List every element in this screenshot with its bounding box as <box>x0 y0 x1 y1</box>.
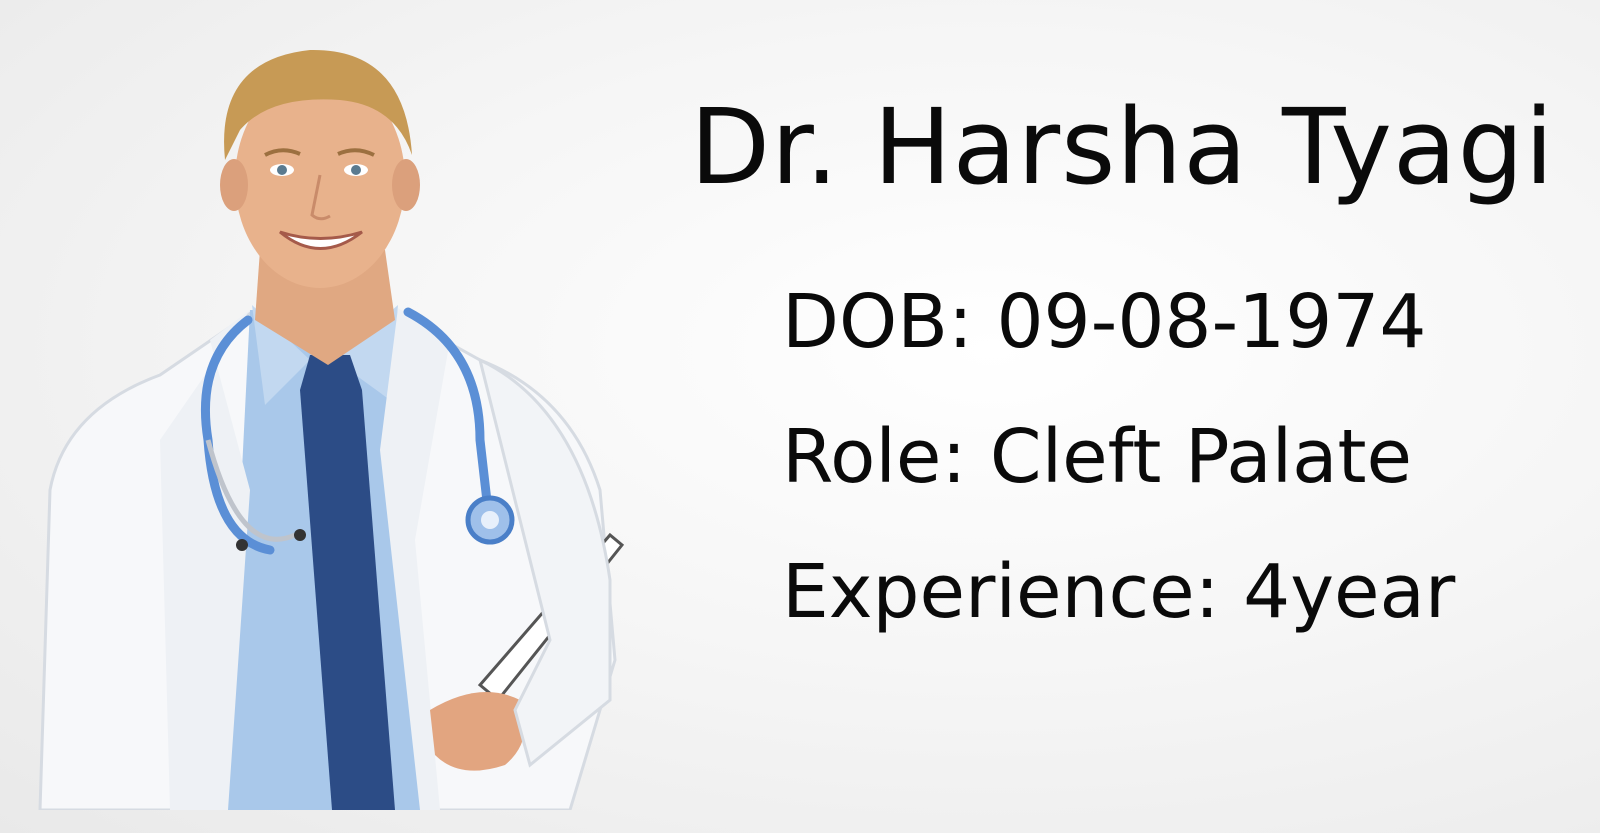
experience-text: Experience: 4year <box>782 549 1456 635</box>
role-text: Role: Cleft Palate <box>782 414 1413 500</box>
hand <box>430 692 525 771</box>
doctor-profile-card: Dr. Harsha Tyagi DOB: 09-08-1974 Role: C… <box>0 0 1600 833</box>
doctor-portrait <box>38 49 625 810</box>
dob-text: DOB: 09-08-1974 <box>782 279 1427 365</box>
doctor-name: Dr. Harsha Tyagi <box>690 86 1555 208</box>
